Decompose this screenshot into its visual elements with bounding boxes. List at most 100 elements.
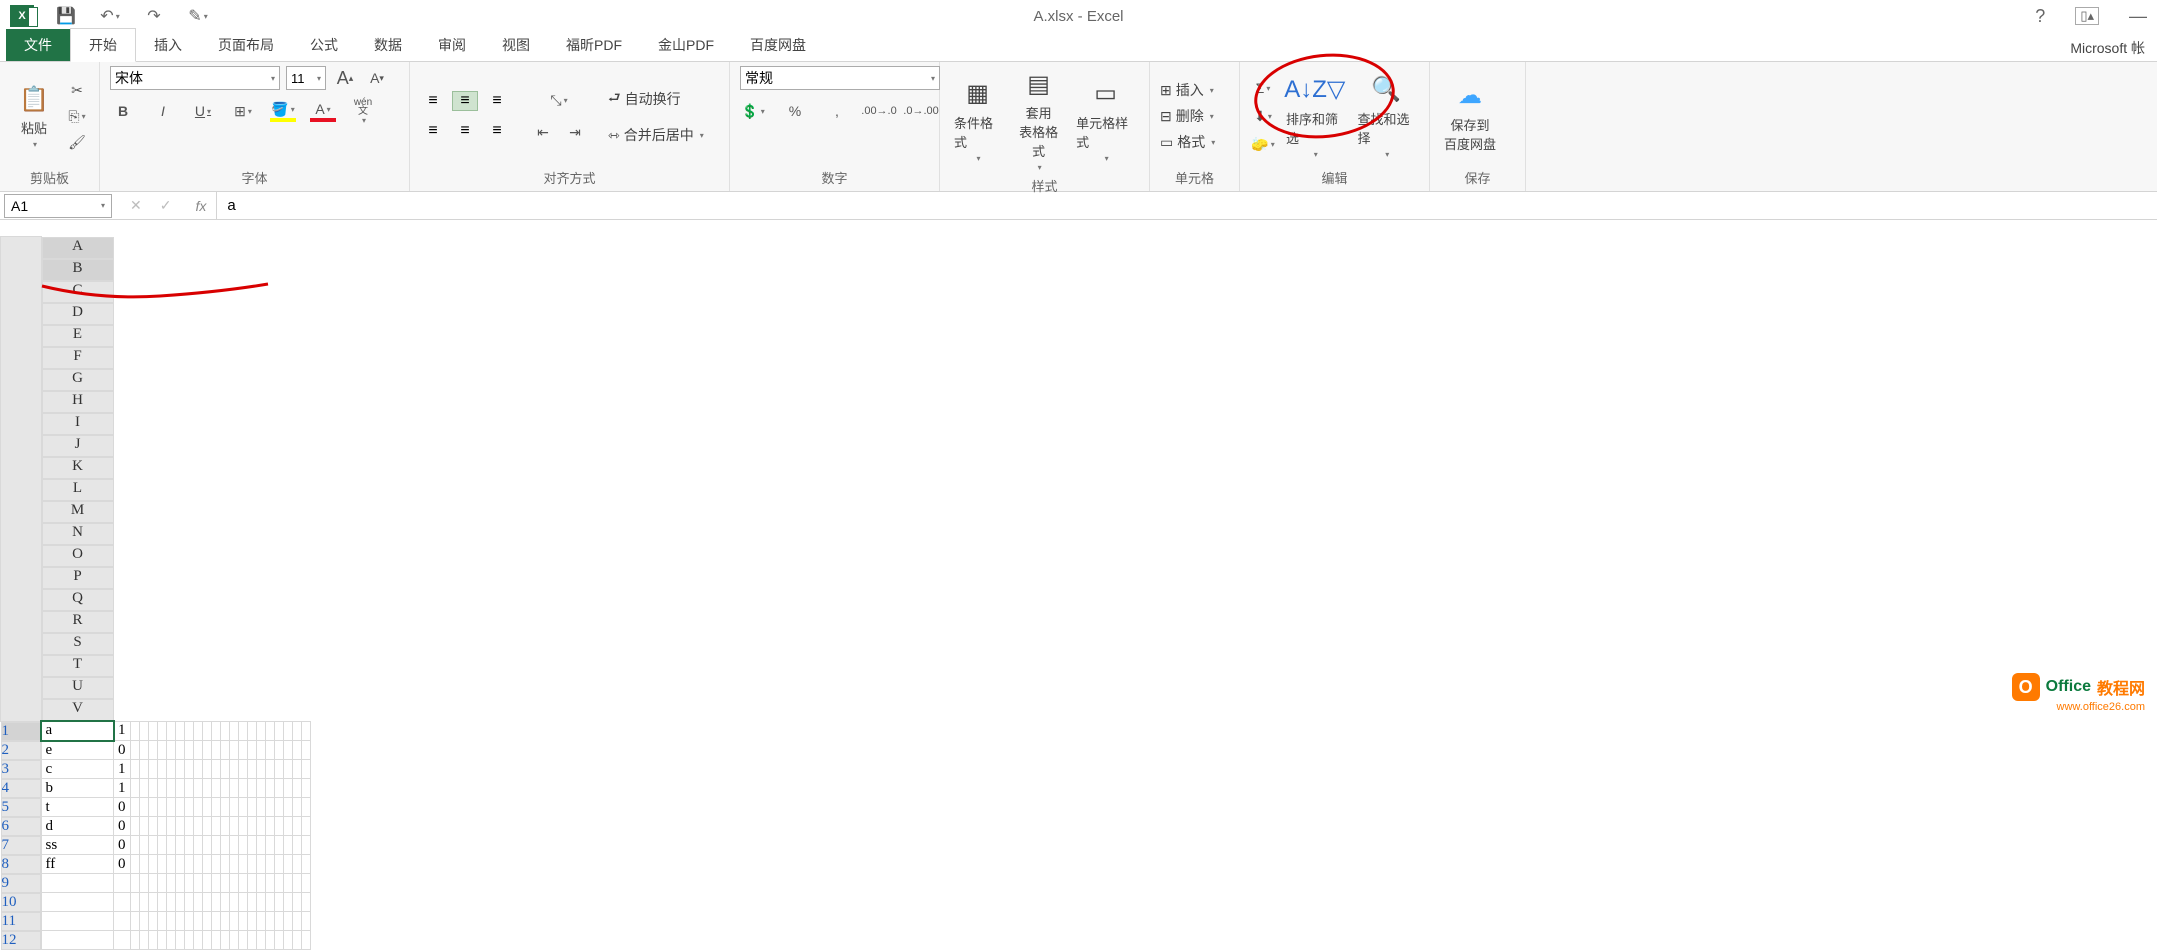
wrap-text-button[interactable]: ⮐自动换行 [608,87,681,111]
cell-A10[interactable] [41,893,114,912]
cell-L2[interactable] [211,741,220,760]
decrease-decimal-icon[interactable]: .0→.00 [908,100,934,122]
cell-M6[interactable] [220,817,229,836]
cell-S9[interactable] [274,874,283,893]
col-header-U[interactable]: U [42,677,114,699]
cell-P11[interactable] [247,912,256,931]
cell-G8[interactable] [166,855,175,874]
cell-N5[interactable] [229,798,238,817]
cell-H3[interactable] [175,760,184,779]
clear-icon[interactable]: 🧽▾ [1250,133,1276,155]
tab-kingsoft-pdf[interactable]: 金山PDF [640,29,732,61]
cell-G2[interactable] [166,741,175,760]
cell-Q7[interactable] [256,836,265,855]
cell-V6[interactable] [301,817,310,836]
cell-I1[interactable] [184,721,193,741]
cell-Q10[interactable] [256,893,265,912]
cell-L9[interactable] [211,874,220,893]
format-cells-button[interactable]: ▭格式▾ [1160,132,1215,152]
cell-L8[interactable] [211,855,220,874]
cell-G9[interactable] [166,874,175,893]
cell-L7[interactable] [211,836,220,855]
cell-U12[interactable] [292,931,301,950]
cell-T9[interactable] [283,874,292,893]
cell-K12[interactable] [202,931,211,950]
col-header-F[interactable]: F [42,347,114,369]
cell-A6[interactable]: d [41,817,114,836]
cell-T10[interactable] [283,893,292,912]
cell-C9[interactable] [130,874,139,893]
cell-K3[interactable] [202,760,211,779]
cell-V8[interactable] [301,855,310,874]
redo-icon[interactable]: ↷ [142,4,166,28]
cell-S8[interactable] [274,855,283,874]
col-header-P[interactable]: P [42,567,114,589]
cell-T1[interactable] [283,721,292,741]
cell-D5[interactable] [139,798,148,817]
cell-H8[interactable] [175,855,184,874]
cell-Q3[interactable] [256,760,265,779]
undo-icon[interactable]: ↶▾ [98,4,122,28]
cell-C2[interactable] [130,741,139,760]
cell-K1[interactable] [202,721,211,741]
cell-B10[interactable] [114,893,131,912]
col-header-D[interactable]: D [42,303,114,325]
cell-H2[interactable] [175,741,184,760]
font-color-button[interactable]: A▾ [310,100,336,122]
cell-D6[interactable] [139,817,148,836]
orientation-icon[interactable]: ⤡▾ [546,89,572,111]
cell-Q5[interactable] [256,798,265,817]
row-header-8[interactable]: 8 [1,855,41,874]
cell-M1[interactable] [220,721,229,741]
cell-U1[interactable] [292,721,301,741]
italic-button[interactable]: I [150,100,176,122]
cell-L4[interactable] [211,779,220,798]
font-name-select[interactable]: 宋体▾ [110,66,280,90]
cell-A7[interactable]: ss [41,836,114,855]
fill-icon[interactable]: ⬇▾ [1250,105,1276,127]
col-header-A[interactable]: A [42,237,114,259]
cell-K4[interactable] [202,779,211,798]
cell-M5[interactable] [220,798,229,817]
cell-C6[interactable] [130,817,139,836]
cell-C3[interactable] [130,760,139,779]
cell-J6[interactable] [193,817,202,836]
cell-J2[interactable] [193,741,202,760]
cell-H4[interactable] [175,779,184,798]
cell-H7[interactable] [175,836,184,855]
cell-G7[interactable] [166,836,175,855]
cell-S3[interactable] [274,760,283,779]
cell-D1[interactable] [139,721,148,741]
qat-customize-icon[interactable]: ✎▾ [186,4,210,28]
cell-J4[interactable] [193,779,202,798]
save-icon[interactable]: 💾 [54,4,78,28]
cell-M8[interactable] [220,855,229,874]
cell-B6[interactable]: 0 [114,817,131,836]
cell-S2[interactable] [274,741,283,760]
cell-E7[interactable] [148,836,157,855]
cell-R9[interactable] [265,874,274,893]
cell-U11[interactable] [292,912,301,931]
cell-N8[interactable] [229,855,238,874]
increase-font-icon[interactable]: A▴ [332,67,358,89]
cancel-formula-icon[interactable]: ✕ [130,197,142,214]
cell-U2[interactable] [292,741,301,760]
cell-R11[interactable] [265,912,274,931]
increase-indent-icon[interactable]: ⇥ [562,121,588,143]
cell-F8[interactable] [157,855,166,874]
cell-J7[interactable] [193,836,202,855]
cell-E5[interactable] [148,798,157,817]
cell-O7[interactable] [238,836,247,855]
cell-S4[interactable] [274,779,283,798]
cell-N6[interactable] [229,817,238,836]
row-header-12[interactable]: 12 [1,931,41,950]
cell-Q11[interactable] [256,912,265,931]
cell-M2[interactable] [220,741,229,760]
cell-N10[interactable] [229,893,238,912]
merge-center-button[interactable]: ⇿合并后居中▾ [608,125,704,145]
tab-data[interactable]: 数据 [356,29,420,61]
cell-S12[interactable] [274,931,283,950]
sort-filter-button[interactable]: A↓Z▽排序和筛选▾ [1282,72,1348,161]
cell-O5[interactable] [238,798,247,817]
cell-J10[interactable] [193,893,202,912]
